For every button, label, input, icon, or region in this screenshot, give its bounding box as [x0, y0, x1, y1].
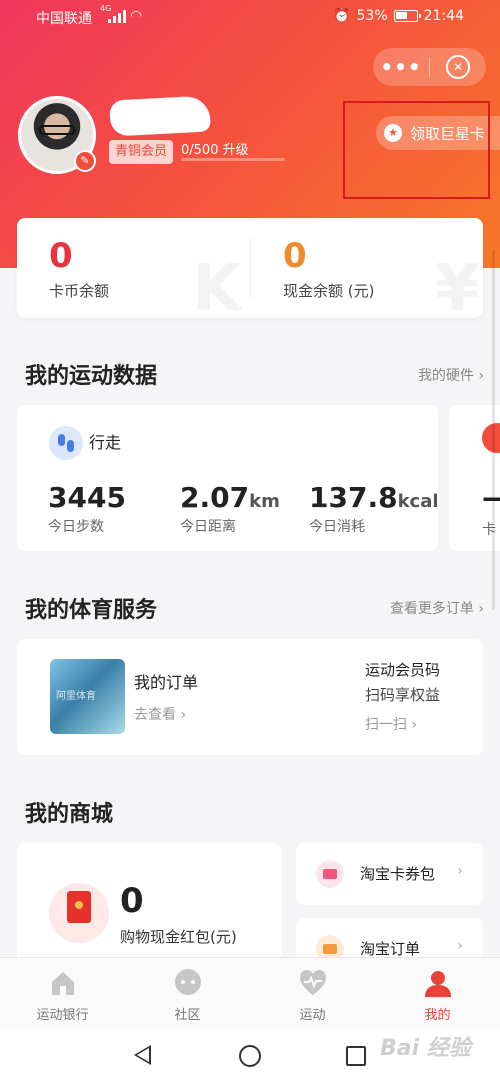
close-button[interactable]: ✕ [430, 55, 486, 79]
battery-percent: 53% [356, 8, 388, 24]
order-thumbnail[interactable]: 阿里体育 [50, 659, 125, 734]
more-dots-icon[interactable]: ••• [373, 57, 429, 77]
back-triangle-icon[interactable] [134, 1045, 151, 1065]
baidu-watermark: Bai 经验 [380, 1036, 471, 1061]
tab-sport-bank[interactable]: 运动银行 [0, 958, 125, 1030]
chevron-right-icon: › [478, 368, 484, 384]
miniapp-capsule: ••• ✕ [373, 48, 486, 86]
tab-sport[interactable]: 运动 [250, 958, 375, 1030]
tab-label: 运动 [299, 1008, 326, 1023]
tab-label: 社区 [174, 1008, 201, 1023]
chevron-right-icon: › [411, 717, 418, 733]
cash-redpack-card[interactable]: 0 购物现金红包(元) [17, 843, 282, 973]
chevron-right-icon: › [457, 938, 463, 954]
scan-label: 扫一扫 [365, 717, 407, 733]
coin-balance[interactable]: 0 卡币余额 [17, 218, 250, 318]
carrier-label: 中国联通 [36, 11, 92, 27]
battery-icon [393, 10, 421, 22]
footprint-icon [49, 426, 83, 460]
taobao-coupons-label: 淘宝卡券包 [360, 865, 436, 883]
partial-activity-icon [482, 423, 500, 453]
close-target-icon: ✕ [446, 55, 470, 79]
coupon-icon-shape [323, 869, 337, 879]
my-hardware-link[interactable]: 我的硬件 › [418, 365, 484, 385]
redacted-qr-code [287, 641, 367, 751]
level-progress-bar [181, 158, 285, 161]
steps-label: 今日步数 [48, 519, 104, 535]
recent-apps-icon[interactable] [346, 1046, 366, 1066]
more-orders-link[interactable]: 查看更多订单 › [390, 598, 484, 618]
distance-value: 2.07 [180, 481, 250, 514]
user-icon [425, 971, 451, 997]
home-circle-icon[interactable] [239, 1045, 261, 1067]
walking-card[interactable]: 行走 3445 今日步数 2.07km 今日距离 137.8kcal 今日消耗 [17, 405, 439, 551]
avatar-glasses [39, 125, 75, 135]
redpack-label: 购物现金红包(元) [120, 928, 237, 946]
services-card: 阿里体育 我的订单 去查看 › 运动会员码 扫码享权益 扫一扫 › [17, 639, 483, 755]
coin-balance-value: 0 [49, 236, 73, 276]
chevron-right-icon: › [180, 707, 187, 723]
partial-value: — [482, 481, 500, 514]
cash-balance-label: 现金余额 (元) [283, 282, 375, 300]
taobao-orders-label: 淘宝订单 [360, 940, 421, 958]
taobao-coupons-item[interactable]: 淘宝卡券包 › [296, 843, 483, 905]
status-bar: 中国联通 4G ◠ ⏰ 53% 21:44 [0, 0, 500, 34]
member-code-title[interactable]: 运动会员码 [365, 659, 440, 680]
tab-label: 我的 [424, 1008, 451, 1023]
chevron-right-icon: › [457, 863, 463, 879]
tab-label: 运动银行 [36, 1008, 89, 1023]
clock: 21:44 [423, 8, 464, 24]
highlight-annotation-box [343, 101, 490, 199]
home-icon [52, 972, 74, 995]
my-orders-title[interactable]: 我的订单 [134, 669, 198, 693]
steps-value: 3445 [48, 481, 126, 514]
coin-balance-label: 卡币余额 [49, 282, 110, 300]
services-section-title: 我的体育服务 [25, 598, 158, 623]
calories-unit: kcal [397, 491, 439, 512]
level-progress-text: 0/500 升级 [181, 143, 249, 158]
calories-stat: 137.8kcal 今日消耗 [309, 481, 439, 536]
scroll-indicator[interactable] [492, 250, 495, 610]
distance-stat: 2.07km 今日距离 [180, 481, 280, 536]
tab-community[interactable]: 社区 [125, 958, 250, 1030]
mall-section-title: 我的商城 [25, 802, 114, 827]
distance-unit: km [249, 491, 280, 512]
member-code-subtitle: 扫码享权益 [365, 686, 441, 704]
member-level-badge[interactable]: 青铜会员 [109, 140, 174, 164]
steps-stat: 3445 今日步数 [48, 481, 126, 536]
coupon-icon [316, 860, 344, 888]
redacted-username [109, 95, 211, 137]
cash-balance-value: 0 [283, 236, 307, 276]
scan-link[interactable]: 扫一扫 › [365, 714, 417, 734]
red-envelope-icon [49, 883, 109, 943]
heart-pulse-icon [300, 970, 326, 995]
cash-balance[interactable]: 0 现金余额 (元) [250, 218, 483, 318]
thumbnail-logo-text: 阿里体育 [56, 691, 96, 702]
my-hardware-label: 我的硬件 [417, 368, 474, 384]
chevron-right-icon: › [478, 601, 484, 617]
order-icon-shape [323, 944, 337, 954]
wifi-icon: ◠ [130, 8, 143, 24]
status-right: ⏰ 53% 21:44 [333, 8, 464, 24]
alarm-icon: ⏰ [333, 8, 351, 24]
view-orders-label: 去查看 [134, 707, 176, 723]
more-orders-label: 查看更多订单 [389, 601, 474, 617]
view-orders-link[interactable]: 去查看 › [134, 704, 186, 724]
tab-mine[interactable]: 我的 [375, 958, 500, 1030]
calories-label: 今日消耗 [309, 519, 365, 535]
calories-value: 137.8 [309, 481, 398, 514]
sport-section-title: 我的运动数据 [25, 364, 158, 389]
redpack-value: 0 [120, 881, 144, 921]
activity-label: 行走 [89, 433, 122, 452]
distance-label: 今日距离 [180, 519, 236, 535]
edit-pencil-icon[interactable]: ✎ [74, 150, 96, 172]
bottom-tab-bar: 运动银行 社区 运动 我的 [0, 957, 500, 1029]
chat-icon [175, 969, 201, 995]
signal-icon [108, 9, 126, 23]
balance-card: K ¥ 0 卡币余额 0 现金余额 (元) [17, 218, 483, 318]
